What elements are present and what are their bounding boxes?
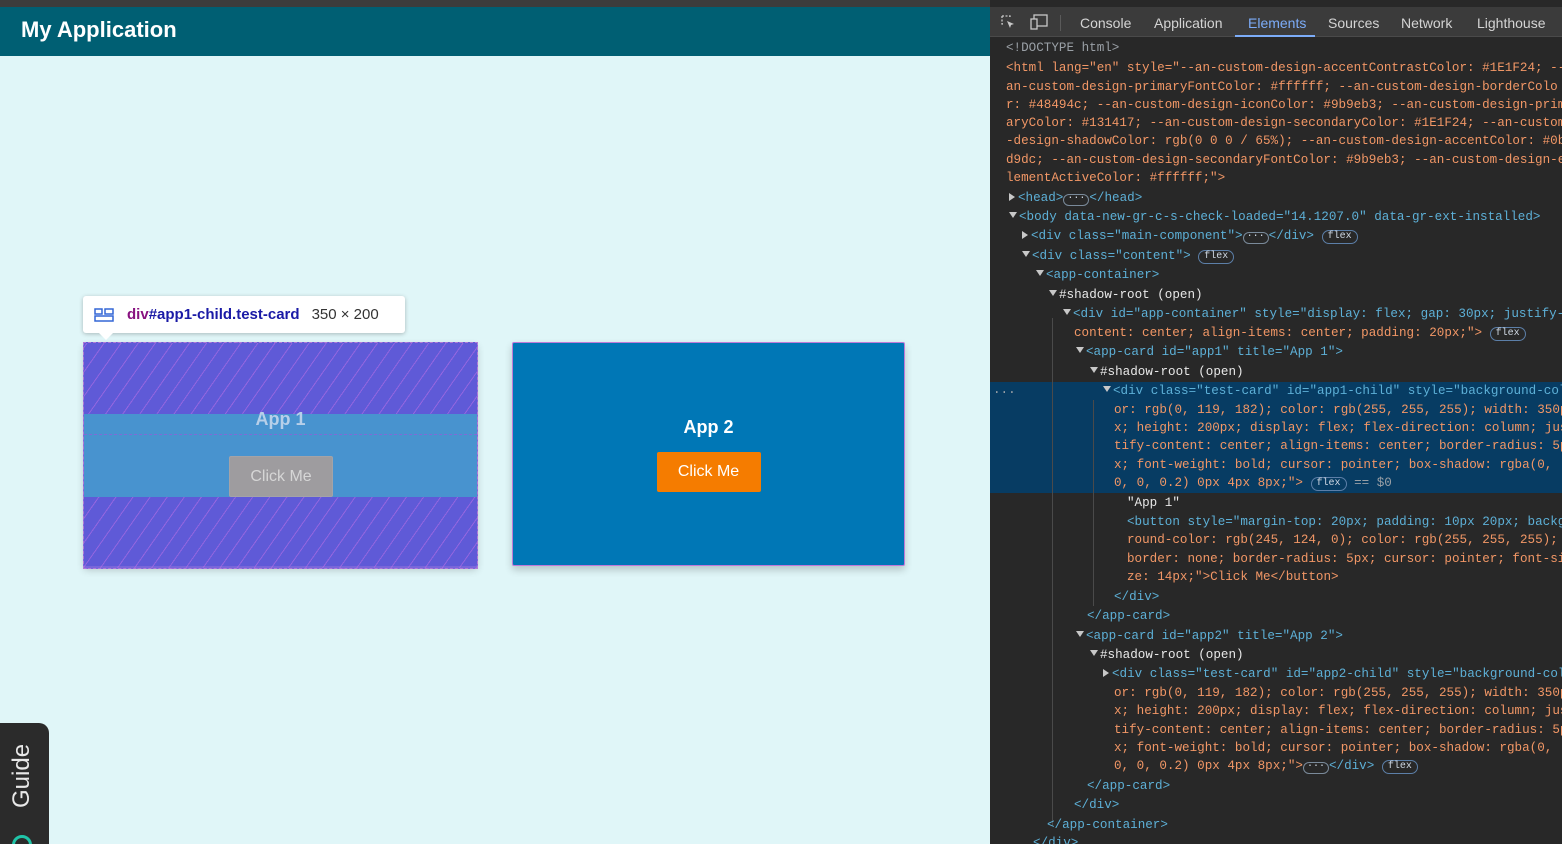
- selected-marker: == $0: [1354, 476, 1392, 490]
- tooltip-size: 350 × 200: [311, 306, 379, 323]
- tree-guide-line: [1052, 318, 1053, 826]
- dom-line: round-color: rgb(245, 124, 0); color: rg…: [1127, 533, 1558, 547]
- dom-shadow-root[interactable]: #shadow-root (open): [1090, 363, 1244, 382]
- flex-badge[interactable]: flex: [1381, 760, 1418, 774]
- tooltip-tag: div: [127, 306, 149, 323]
- collapsed-ellipsis[interactable]: ···: [1242, 232, 1269, 244]
- flex-layout-icon: [94, 307, 114, 322]
- tab-console[interactable]: Console: [1080, 15, 1131, 31]
- inspect-tooltip: div #app1-child.test-card 350 × 200: [83, 296, 405, 340]
- guide-label: Guide: [8, 743, 35, 808]
- flex-badge[interactable]: flex: [1198, 250, 1235, 264]
- tab-application[interactable]: Application: [1154, 15, 1223, 31]
- card-title: App 2: [683, 416, 734, 437]
- dom-line: r: #48494c; --an-custom-design-iconColor…: [1006, 98, 1562, 112]
- dom-line: lementActiveColor: #ffffff;">: [1006, 171, 1226, 185]
- flex-badge[interactable]: flex: [1489, 327, 1526, 341]
- dom-node-content[interactable]: <div class="content"> flex: [1022, 247, 1235, 266]
- dom-line: content: center; align-items: center; pa…: [1074, 324, 1526, 343]
- dom-line: x; font-weight: bold; cursor: pointer; b…: [1114, 741, 1553, 755]
- dom-close-tag: </div>: [1033, 836, 1079, 844]
- tab-sources[interactable]: Sources: [1328, 15, 1379, 31]
- inspect-element-icon[interactable]: [1000, 14, 1016, 30]
- highlighted-click-me-button[interactable]: Click Me: [229, 456, 333, 497]
- dom-close-tag: </app-card>: [1087, 779, 1171, 793]
- flex-badge[interactable]: flex: [1321, 230, 1358, 244]
- dom-line: aryColor: #131417; --an-custom-design-se…: [1006, 116, 1562, 130]
- dom-line: x; font-weight: bold; cursor: pointer; b…: [1114, 458, 1553, 472]
- selected-node-ellipsis[interactable]: ...: [993, 381, 1016, 400]
- active-tab-indicator: [1235, 35, 1315, 37]
- collapsed-ellipsis[interactable]: ···: [1063, 194, 1090, 206]
- dom-line[interactable]: <html lang="en" style="--an-custom-desig…: [1006, 59, 1562, 78]
- dom-line: tify-content: center; align-items: cente…: [1114, 439, 1562, 453]
- tab-elements[interactable]: Elements: [1248, 15, 1306, 31]
- app-title: My Application: [21, 17, 177, 42]
- dom-line: an-custom-design-primaryFontColor: #ffff…: [1006, 80, 1558, 94]
- dom-shadow-root[interactable]: #shadow-root (open): [1049, 286, 1203, 305]
- dom-line: tify-content: center; align-items: cente…: [1114, 723, 1562, 737]
- dom-line: border: none; border-radius: 5px; cursor…: [1127, 552, 1562, 566]
- devtools-panel: Console Application Elements Sources Net…: [990, 0, 1562, 844]
- app-header: My Application: [0, 7, 990, 56]
- device-toolbar-icon[interactable]: [1030, 14, 1048, 30]
- guide-icon: [12, 835, 32, 844]
- guide-side-tab[interactable]: Guide: [0, 723, 49, 844]
- dom-node-main-component[interactable]: <div class="main-component"> ··· </div> fl…: [1022, 227, 1358, 246]
- dom-line: d9dc; --an-custom-design-secondaryFontCo…: [1006, 153, 1562, 167]
- devtools-toolbar: Console Application Elements Sources Net…: [990, 7, 1562, 37]
- highlighted-card-title: App 1: [255, 409, 306, 429]
- flex-badge[interactable]: flex: [1310, 477, 1347, 491]
- dom-node-app-container[interactable]: <app-container>: [1036, 266, 1159, 285]
- dom-line: ze: 14px;">Click Me</button>: [1127, 570, 1339, 584]
- dom-shadow-root[interactable]: #shadow-root (open): [1090, 646, 1244, 665]
- app-card-2[interactable]: App 2 Click Me: [512, 342, 905, 566]
- dom-close-tag: </div>: [1074, 798, 1120, 812]
- dom-node-app-card-2[interactable]: <app-card id="app2" title="App 2">: [1076, 627, 1343, 646]
- tree-guide-line: [1093, 400, 1094, 606]
- dom-node-app2-child[interactable]: <div class="test-card" id="app2-child" s…: [1103, 665, 1562, 684]
- tooltip-selector: #app1-child.test-card: [148, 306, 300, 323]
- dom-node-app1-child[interactable]: <div class="test-card" id="app1-child" s…: [1103, 382, 1562, 401]
- dom-node-app-card-1[interactable]: <app-card id="app1" title="App 1">: [1076, 343, 1343, 362]
- dom-node-button[interactable]: <button style="margin-top: 20px; padding…: [1127, 513, 1562, 532]
- tab-network[interactable]: Network: [1401, 15, 1452, 31]
- dom-line: 0, 0, 0.2) 0px 4px 8px;"> ··· </div> flex: [1114, 757, 1418, 776]
- inspect-guide-line: [84, 434, 477, 435]
- dom-line: or: rgb(0, 119, 182); color: rgb(255, 25…: [1114, 403, 1562, 417]
- dom-node-body[interactable]: <body data-new-gr-c-s-check-loaded="14.1…: [1009, 208, 1540, 227]
- dom-node-app-container-div[interactable]: <div id="app-container" style="display: …: [1063, 305, 1562, 324]
- collapsed-ellipsis[interactable]: ···: [1302, 762, 1329, 774]
- dom-line: or: rgb(0, 119, 182); color: rgb(255, 25…: [1114, 686, 1562, 700]
- dom-line: -design-shadowColor: rgb(0 0 0 / 65%); -…: [1006, 134, 1562, 148]
- click-me-button[interactable]: Click Me: [656, 451, 761, 492]
- dom-line: x; height: 200px; display: flex; flex-di…: [1114, 704, 1562, 718]
- dom-node-head[interactable]: <head> ··· </head>: [1009, 189, 1142, 208]
- dom-close-tag: </app-container>: [1047, 818, 1168, 832]
- dom-close-tag: </app-card>: [1087, 609, 1171, 623]
- dom-line[interactable]: <!DOCTYPE html>: [1006, 39, 1119, 58]
- toolbar-separator: [1060, 15, 1061, 31]
- dom-line: x; height: 200px; display: flex; flex-di…: [1114, 421, 1562, 435]
- dom-text-node[interactable]: "App 1": [1127, 494, 1180, 513]
- dom-close-tag: </div>: [1114, 590, 1160, 604]
- dom-line: 0, 0, 0.2) 0px 4px 8px;"> flex == $0: [1114, 476, 1392, 491]
- browser-top-strip: [0, 0, 990, 7]
- tab-lighthouse[interactable]: Lighthouse: [1477, 15, 1546, 31]
